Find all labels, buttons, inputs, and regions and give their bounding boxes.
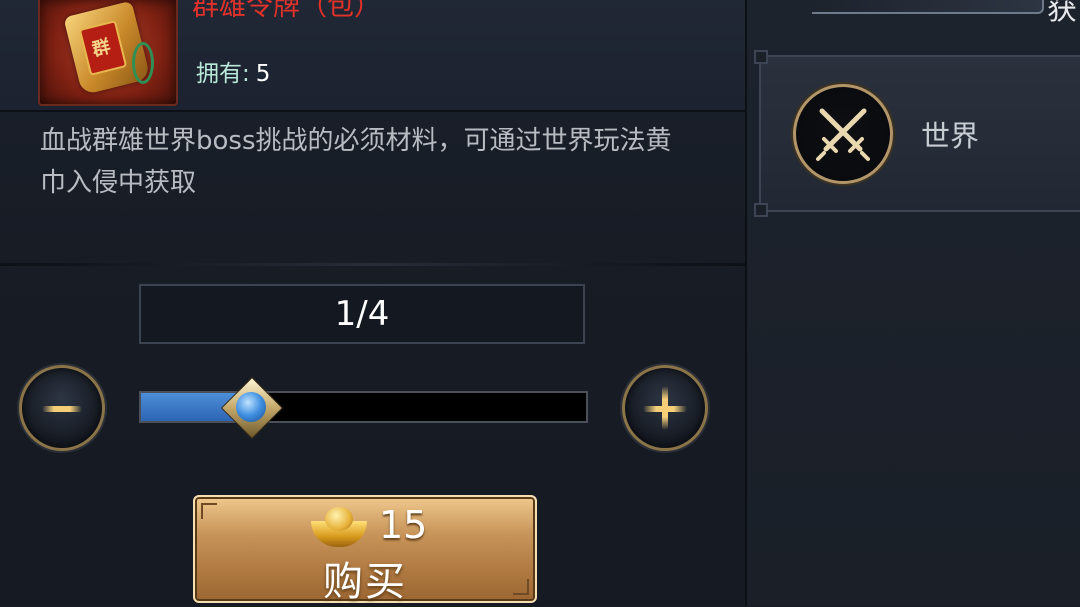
item-title: 群雄令牌（包）: [192, 0, 381, 22]
token-pack-icon: 群: [38, 0, 178, 106]
slider-handle[interactable]: [220, 376, 284, 440]
ingot-top: [325, 507, 353, 531]
item-header: 群 群雄令牌（包） 拥有: 5: [0, 0, 745, 112]
owned-label: 拥有:: [196, 61, 250, 87]
item-description: 血战群雄世界boss挑战的必须材料，可通过世界玩法黄巾入侵中获取: [40, 126, 672, 198]
item-detail-panel: 群 群雄令牌（包） 拥有: 5 血战群雄世界boss挑战的必须材料，可通过世界玩法…: [0, 0, 745, 606]
crossed-swords-icon: [793, 84, 893, 184]
card-notch: [754, 50, 768, 64]
source-label: 世界: [921, 119, 980, 153]
source-item-world[interactable]: 世界: [754, 50, 1080, 217]
corner-ornament: [201, 503, 217, 519]
minus-icon: [42, 406, 82, 412]
green-tassel-shape: [132, 42, 154, 84]
quantity-display: 1/4: [139, 284, 585, 344]
title-decoration: [812, 0, 1044, 14]
crossed-swords-glyph: [816, 108, 870, 161]
gold-ingot-icon: [311, 507, 367, 547]
increase-button[interactable]: [622, 365, 708, 451]
source-panel-title: 获: [1047, 0, 1077, 27]
card-notch: [754, 203, 768, 217]
buy-label: 购买: [323, 559, 407, 605]
price-value: 15: [379, 503, 428, 547]
buy-button[interactable]: 15 购买: [193, 495, 537, 605]
divider: [0, 263, 745, 266]
owned-value: 5: [255, 61, 271, 87]
quantity-slider[interactable]: [139, 391, 588, 423]
decrease-button[interactable]: [19, 365, 105, 451]
source-panel: 获 世界: [745, 0, 1080, 606]
owned-count: 拥有: 5: [196, 54, 270, 88]
plus-icon-vertical: [662, 386, 668, 430]
handle-orb: [236, 392, 266, 422]
